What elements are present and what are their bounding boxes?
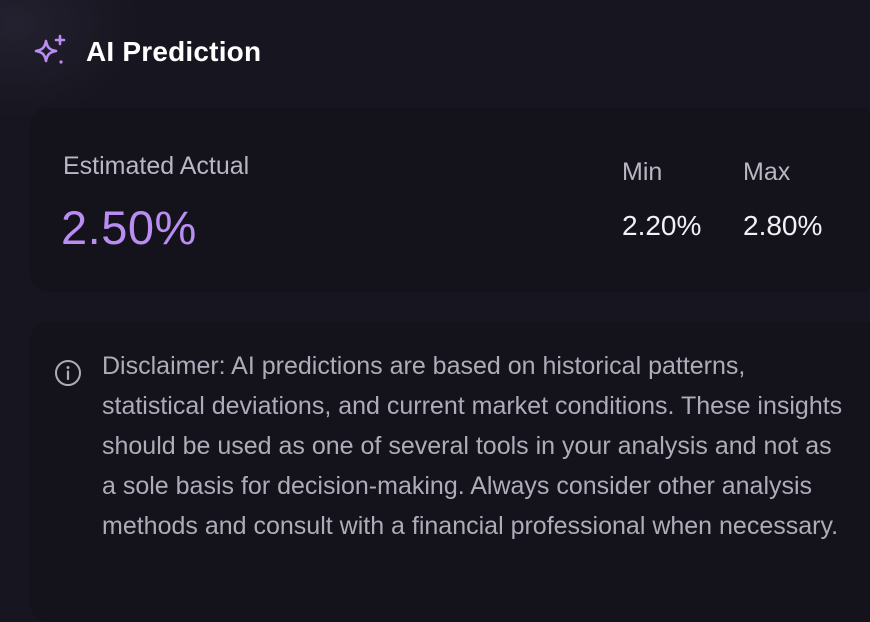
max-label: Max: [743, 158, 791, 186]
estimated-actual-label: Estimated Actual: [63, 152, 250, 180]
disclaimer-text: Disclaimer: AI predictions are based on …: [102, 352, 843, 540]
info-icon: [54, 359, 82, 387]
disclaimer-card: Disclaimer: AI predictions are based on …: [30, 322, 870, 622]
estimated-actual-value: 2.50%: [61, 201, 197, 254]
max-value: 2.80%: [743, 210, 823, 241]
page-title: AI Prediction: [86, 36, 262, 67]
prediction-header: AI Prediction: [30, 30, 261, 74]
min-label: Min: [622, 158, 663, 186]
prediction-stats-card: Estimated Actual 2.50% Min 2.20% Max 2.8…: [30, 108, 870, 292]
min-value: 2.20%: [622, 210, 702, 241]
sparkle-icon: [30, 32, 70, 72]
